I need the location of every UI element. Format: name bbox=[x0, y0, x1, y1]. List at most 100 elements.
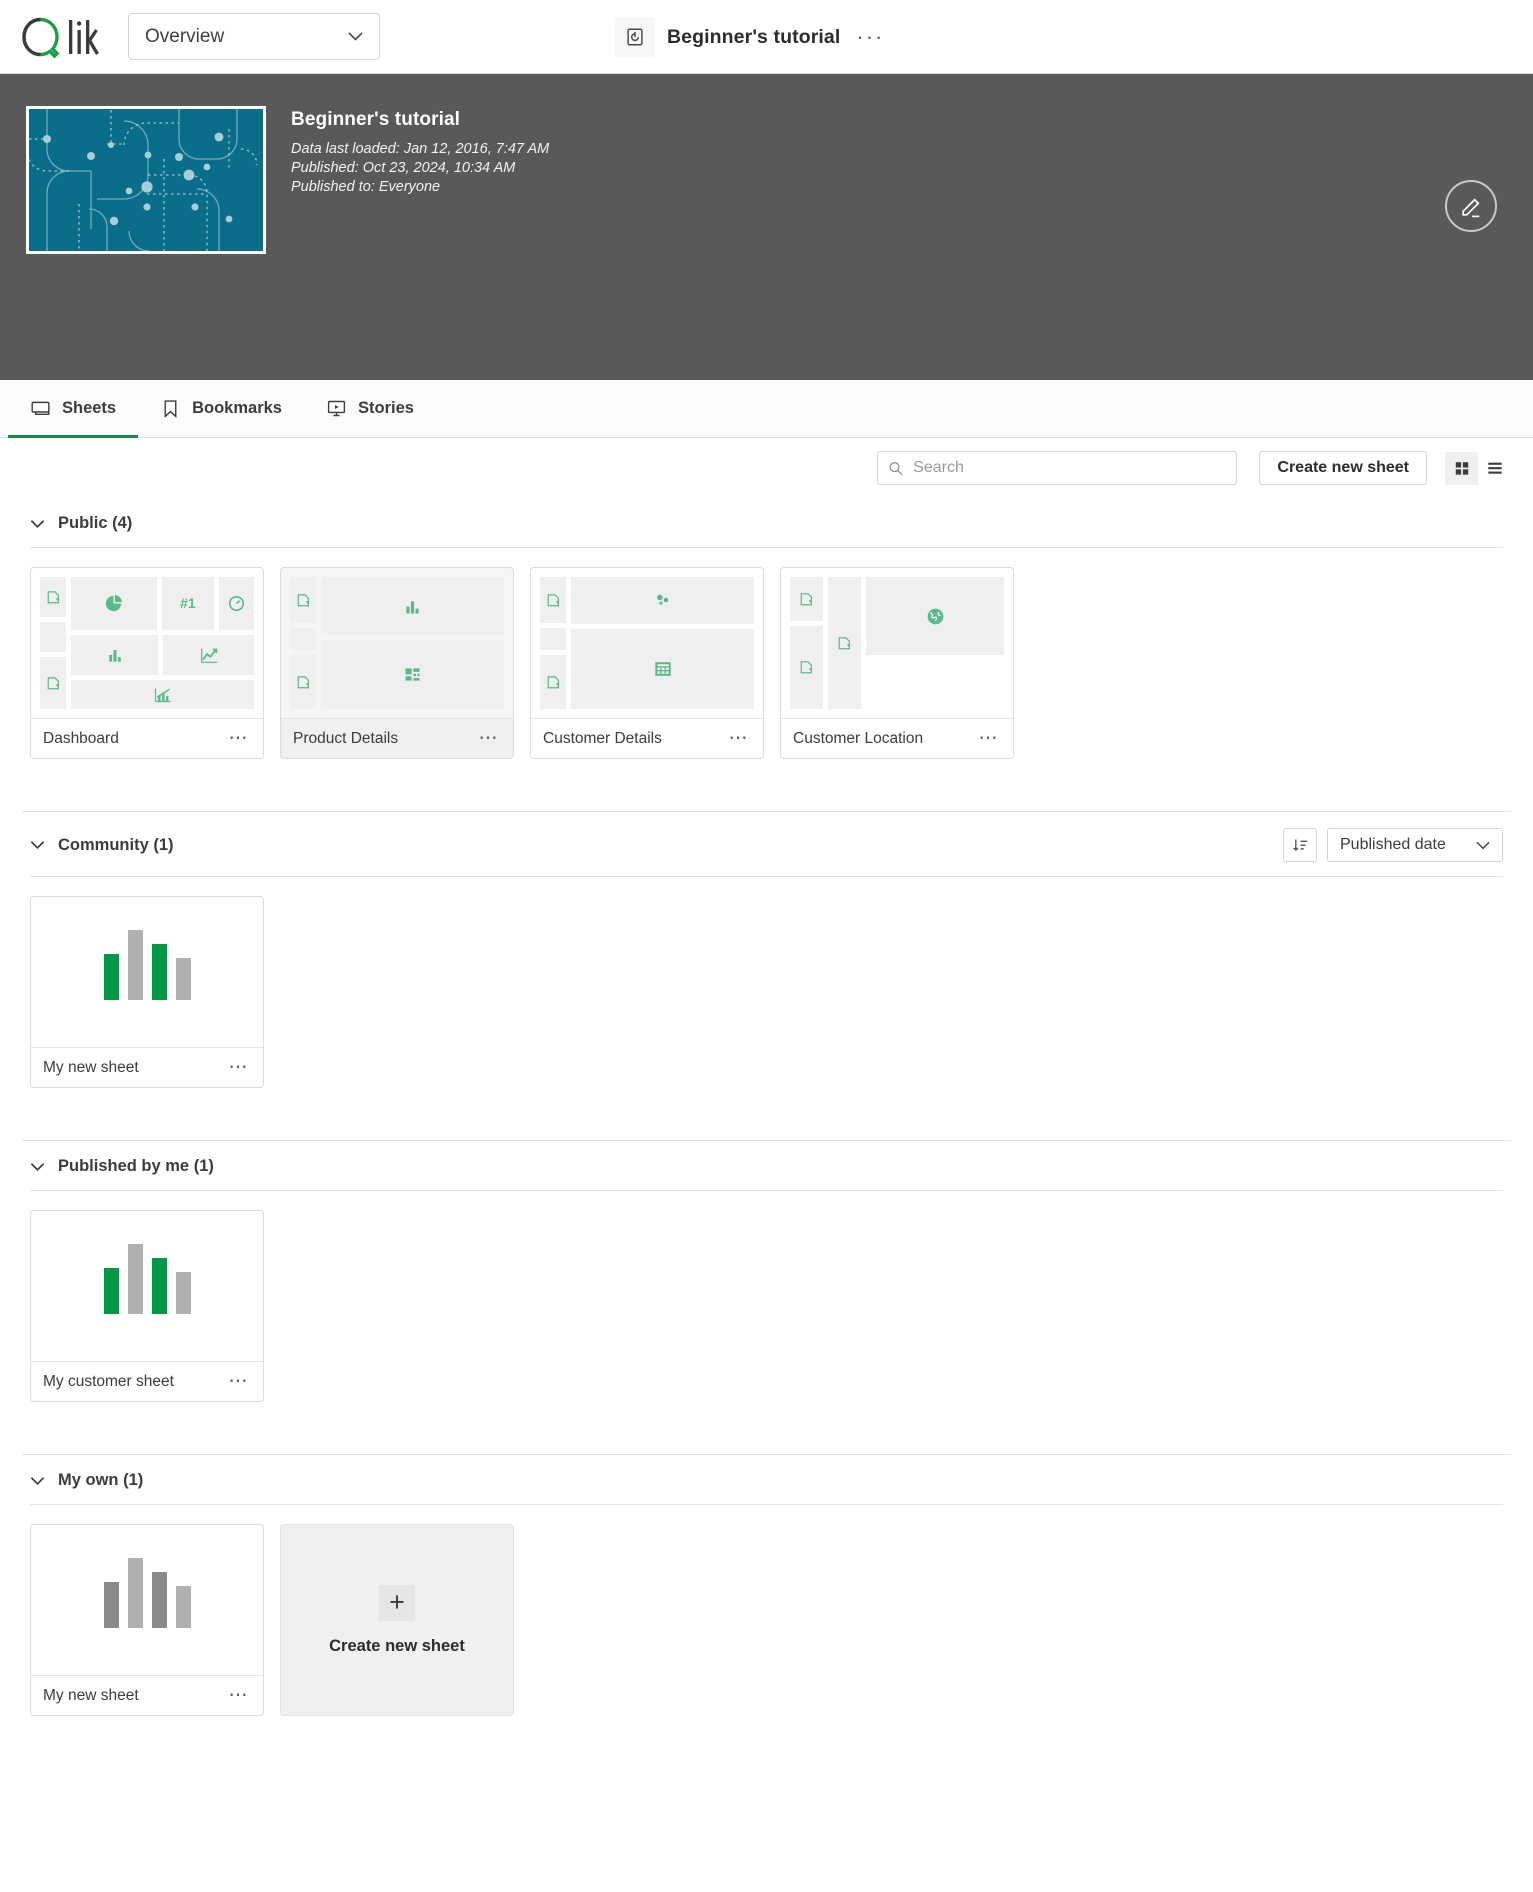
section-header-community[interactable]: Community (1) Published date bbox=[22, 812, 1511, 876]
filterpane-icon bbox=[799, 660, 814, 675]
sort-direction-button[interactable] bbox=[1283, 828, 1317, 862]
sheet-name: My new sheet bbox=[43, 1059, 139, 1077]
section-title-community: Community (1) bbox=[58, 836, 174, 855]
chevron-down-icon bbox=[30, 840, 45, 850]
sheet-more-menu-button[interactable]: ⋯ bbox=[227, 1059, 252, 1077]
table-icon bbox=[653, 659, 673, 679]
sort-controls: Published date bbox=[1283, 828, 1503, 862]
pencil-icon bbox=[1459, 194, 1484, 219]
sheet-more-menu-button[interactable]: ⋯ bbox=[227, 730, 252, 748]
grid-view-button[interactable] bbox=[1445, 452, 1478, 485]
sheet-name: My new sheet bbox=[43, 1687, 139, 1705]
create-new-sheet-tile[interactable]: + Create new sheet bbox=[280, 1524, 514, 1716]
sheet-card-footer: My customer sheet ⋯ bbox=[31, 1361, 263, 1401]
sheet-card-customer-location[interactable]: Customer Location ⋯ bbox=[780, 567, 1014, 759]
tab-bookmarks[interactable]: Bookmarks bbox=[138, 380, 304, 437]
list-view-button[interactable] bbox=[1478, 452, 1511, 485]
chevron-down-icon bbox=[30, 519, 45, 529]
filterpane-icon bbox=[837, 636, 852, 651]
view-mode-toggle bbox=[1445, 452, 1511, 485]
treemap-icon bbox=[402, 664, 423, 685]
sheet-card-list-public: #1 bbox=[22, 548, 1511, 781]
current-app-indicator: Beginner's tutorial ··· bbox=[615, 0, 888, 74]
section-title-my-own: My own (1) bbox=[58, 1471, 143, 1490]
sort-descending-icon bbox=[1292, 837, 1309, 854]
search-box[interactable] bbox=[877, 451, 1237, 485]
sort-field-select[interactable]: Published date bbox=[1327, 828, 1503, 862]
top-navigation-bar: Overview Beginner's tutorial ··· bbox=[0, 0, 1533, 74]
sheet-preview bbox=[781, 568, 1013, 718]
stream-selector[interactable]: Overview bbox=[128, 13, 380, 60]
sheet-card-customer-details[interactable]: Customer Details ⋯ bbox=[530, 567, 764, 759]
sheet-card-my-new-sheet-community[interactable]: My new sheet ⋯ bbox=[30, 896, 264, 1088]
filterpane-icon bbox=[546, 593, 561, 608]
app-banner: Beginner's tutorial Data last loaded: Ja… bbox=[0, 74, 1533, 380]
sheet-card-list-my-own: My new sheet ⋯ + Create new sheet bbox=[22, 1505, 1511, 1738]
sheet-more-menu-button[interactable]: ⋯ bbox=[727, 730, 752, 748]
combo-chart-icon bbox=[152, 684, 173, 705]
sheet-more-menu-button[interactable]: ⋯ bbox=[227, 1687, 252, 1705]
line-chart-icon bbox=[198, 644, 220, 666]
chevron-down-icon bbox=[30, 1162, 45, 1172]
filterpane-icon bbox=[296, 675, 311, 690]
qlik-logo[interactable] bbox=[18, 11, 114, 63]
sheet-more-menu-button[interactable]: ⋯ bbox=[477, 730, 502, 748]
sheet-card-footer: My new sheet ⋯ bbox=[31, 1675, 263, 1715]
section-count: (1) bbox=[194, 1157, 214, 1175]
section-public: Public (4) bbox=[0, 498, 1533, 781]
app-thumbnail bbox=[26, 106, 266, 254]
filterpane-icon bbox=[546, 675, 561, 690]
bar bbox=[152, 1258, 167, 1314]
tab-sheets[interactable]: Sheets bbox=[8, 380, 138, 437]
app-title: Beginner's tutorial bbox=[291, 109, 549, 131]
scatter-plot-icon bbox=[652, 590, 673, 611]
sheet-name: Customer Location bbox=[793, 730, 923, 748]
bar bbox=[128, 930, 143, 1000]
section-title-text: Published by me bbox=[58, 1157, 189, 1175]
section-title-public: Public (4) bbox=[58, 514, 132, 533]
tab-stories[interactable]: Stories bbox=[304, 380, 436, 437]
section-title-published-by-me: Published by me (1) bbox=[58, 1157, 214, 1176]
app-icon bbox=[615, 17, 655, 57]
section-header-public[interactable]: Public (4) bbox=[22, 498, 1511, 547]
search-icon bbox=[888, 460, 904, 477]
bar bbox=[104, 1268, 119, 1314]
bar bbox=[176, 958, 191, 1000]
sheet-card-product-details[interactable]: Product Details ⋯ bbox=[280, 567, 514, 759]
tab-bookmarks-label: Bookmarks bbox=[192, 399, 282, 418]
bar bbox=[152, 944, 167, 1000]
sheet-name: My customer sheet bbox=[43, 1373, 174, 1391]
search-input[interactable] bbox=[913, 459, 1226, 477]
sheet-preview bbox=[281, 568, 513, 718]
sheet-preview: #1 bbox=[31, 568, 263, 718]
section-title-text: Community bbox=[58, 836, 149, 854]
section-header-my-own[interactable]: My own (1) bbox=[22, 1455, 1511, 1504]
app-more-menu-button[interactable]: ··· bbox=[852, 26, 888, 48]
stream-selector-value: Overview bbox=[145, 26, 224, 48]
section-title-text: My own bbox=[58, 1471, 119, 1489]
list-view-icon bbox=[1487, 460, 1503, 476]
sheet-card-footer: My new sheet ⋯ bbox=[31, 1047, 263, 1087]
sheet-more-menu-button[interactable]: ⋯ bbox=[227, 1373, 252, 1391]
bar-chart-icon bbox=[402, 596, 423, 617]
sheet-card-footer: Product Details ⋯ bbox=[281, 718, 513, 758]
sheet-card-footer: Customer Location ⋯ bbox=[781, 718, 1013, 758]
section-count: (4) bbox=[112, 514, 132, 532]
sheet-preview bbox=[531, 568, 763, 718]
section-title-text: Public bbox=[58, 514, 108, 532]
bar bbox=[176, 1272, 191, 1314]
sheet-card-footer: Dashboard ⋯ bbox=[31, 718, 263, 758]
bar-chart-thumbnail bbox=[40, 1534, 254, 1666]
sheet-more-menu-button[interactable]: ⋯ bbox=[977, 730, 1002, 748]
published-to: Published to: Everyone bbox=[291, 178, 549, 197]
bar bbox=[152, 1572, 167, 1628]
story-icon bbox=[326, 398, 347, 419]
section-header-published-by-me[interactable]: Published by me (1) bbox=[22, 1141, 1511, 1190]
sheet-card-my-new-sheet-my-own[interactable]: My new sheet ⋯ bbox=[30, 1524, 264, 1716]
sheet-card-my-customer-sheet[interactable]: My customer sheet ⋯ bbox=[30, 1210, 264, 1402]
gauge-icon bbox=[227, 594, 246, 613]
edit-app-button[interactable] bbox=[1445, 180, 1497, 232]
create-new-sheet-button[interactable]: Create new sheet bbox=[1259, 451, 1427, 485]
sheet-card-dashboard[interactable]: #1 bbox=[30, 567, 264, 759]
section-count: (1) bbox=[153, 836, 173, 854]
